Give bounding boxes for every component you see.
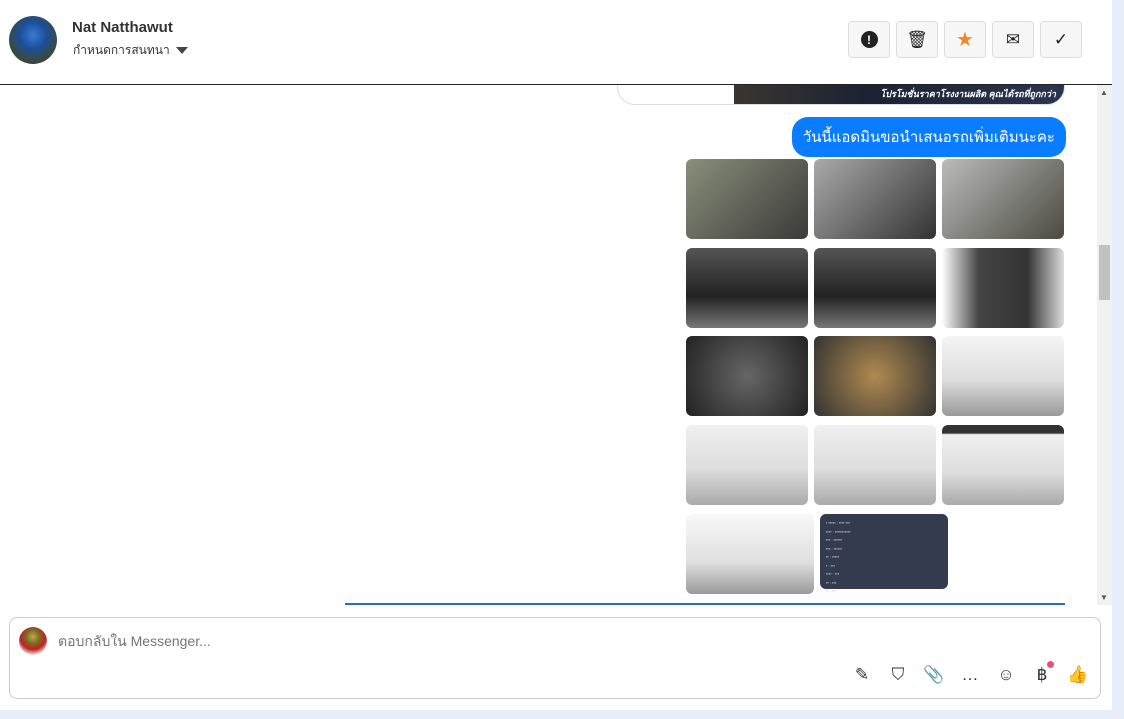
car-photo[interactable]: [686, 248, 808, 328]
paperclip-icon: 📎: [923, 665, 945, 684]
avatar[interactable]: [9, 16, 57, 64]
thumbs-up-icon: 👍: [1067, 665, 1089, 684]
car-spec-card-image[interactable]: ▪ ▪▪▪▪▪ : ▪▪▪▪ ▪▪▪ ▪▪▪▪ : ▪▪▪▪▪▪▪▪▪▪▪ ▪▪▪ …: [820, 514, 948, 593]
scroll-up-arrow-icon[interactable]: ▲: [1100, 88, 1108, 97]
scrollbar-thumb[interactable]: [1099, 245, 1110, 300]
mark-unread-button[interactable]: ✉: [992, 21, 1034, 58]
car-photo[interactable]: [942, 336, 1064, 416]
car-photo[interactable]: [686, 425, 808, 505]
notification-dot: [1047, 661, 1054, 668]
page-avatar: [19, 627, 47, 655]
shopping-bag-icon: ⛉: [891, 665, 905, 684]
baht-icon: ฿: [1036, 665, 1048, 684]
car-photo[interactable]: [686, 514, 814, 594]
envelope-icon: ✉: [1005, 29, 1021, 49]
delete-button[interactable]: 🗑: [896, 21, 938, 58]
saved-reply-icon: ✎: [854, 665, 870, 684]
outgoing-message[interactable]: วันนี้แอดมินขอนำเสนอรถเพิ่มเติมนะคะ: [791, 117, 1066, 157]
saved-reply-button[interactable]: ✎: [852, 665, 872, 685]
done-button[interactable]: ✓: [1040, 21, 1082, 58]
like-button[interactable]: 👍: [1067, 665, 1089, 685]
payment-button[interactable]: ฿: [1032, 661, 1054, 685]
banner-text: โปรโมชั่นราคาโรงงานผลิต คุณได้รถที่ถูกกว…: [880, 89, 1056, 99]
star-icon: ★: [956, 29, 974, 51]
promo-banner-message[interactable]: โปรโมชั่นราคาโรงงานผลิต คุณได้รถที่ถูกกว…: [617, 85, 1065, 105]
car-photo[interactable]: [814, 248, 936, 328]
reply-input[interactable]: [58, 633, 758, 649]
new-messages-divider: [345, 603, 1065, 605]
shop-button[interactable]: ⛉: [888, 665, 908, 685]
conversation-options-dropdown[interactable]: กำหนดการสนทนา: [73, 41, 188, 60]
car-photo[interactable]: [686, 336, 808, 416]
car-photo[interactable]: [814, 159, 936, 239]
emoji-button[interactable]: ☺: [996, 665, 1016, 685]
contact-name[interactable]: Nat Natthawut: [72, 19, 173, 36]
chevron-down-icon: [175, 47, 188, 54]
car-photo[interactable]: [942, 425, 1064, 505]
conversation-header: Nat Natthawut กำหนดการสนทนา ! 🗑 ★ ✉ ✓: [0, 0, 1112, 85]
chat-bubble-icon: …: [961, 665, 979, 684]
star-button[interactable]: ★: [944, 21, 986, 58]
trash-icon: 🗑: [906, 29, 928, 49]
conversation-panel: Nat Natthawut กำหนดการสนทนา ! 🗑 ★ ✉ ✓ โป…: [0, 0, 1112, 710]
car-photo[interactable]: [814, 425, 936, 505]
check-icon: ✓: [1053, 29, 1069, 49]
scrollbar[interactable]: ▲ ▼: [1097, 85, 1112, 605]
conversation-options-label: กำหนดการสนทนา: [73, 43, 170, 57]
chat-button[interactable]: …: [960, 665, 980, 685]
emoji-icon: ☺: [997, 665, 1015, 684]
scroll-down-arrow-icon[interactable]: ▼: [1100, 593, 1108, 602]
car-photo[interactable]: [942, 248, 1064, 328]
message-list: โปรโมชั่นราคาโรงงานผลิต คุณได้รถที่ถูกกว…: [0, 85, 1097, 605]
attach-button[interactable]: 📎: [923, 665, 945, 685]
alert-icon: !: [860, 31, 878, 48]
composer: ✎ ⛉ 📎 … ☺ ฿ 👍: [9, 617, 1101, 699]
car-photo[interactable]: [814, 336, 936, 416]
report-button[interactable]: !: [848, 21, 890, 58]
composer-toolbar: ✎ ⛉ 📎 … ☺ ฿ 👍: [852, 661, 1089, 685]
car-photo[interactable]: [942, 159, 1064, 239]
car-photo[interactable]: [686, 159, 808, 239]
